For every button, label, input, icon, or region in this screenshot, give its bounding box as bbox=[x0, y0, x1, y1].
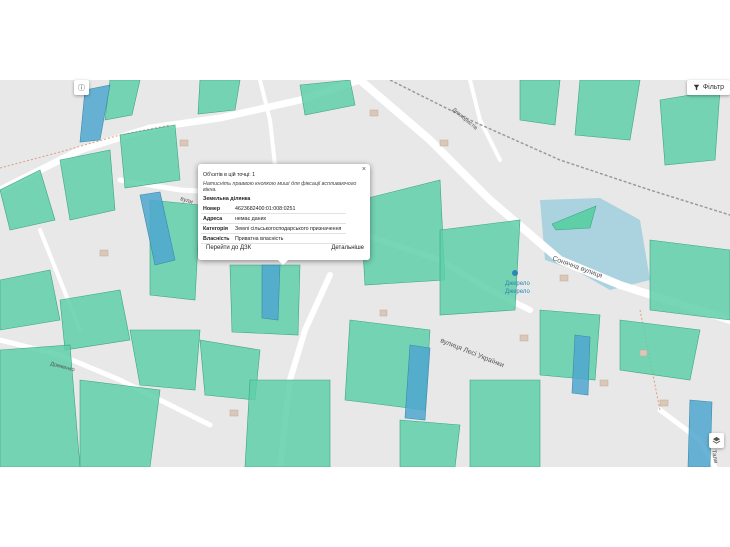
parcel[interactable] bbox=[59, 149, 116, 221]
parcel[interactable] bbox=[0, 269, 61, 331]
section-title: Земельна ділянка bbox=[203, 196, 251, 202]
parcel[interactable] bbox=[519, 80, 561, 126]
poi-label-spring-2: Джерело bbox=[505, 289, 530, 295]
filter-button[interactable]: Фільтр bbox=[686, 80, 730, 95]
parcel[interactable] bbox=[399, 419, 461, 467]
table-row: Категорія Землі сільськогосподарського п… bbox=[201, 223, 346, 234]
details-link[interactable]: Детальніше bbox=[331, 245, 364, 251]
parcel[interactable] bbox=[619, 319, 701, 381]
spring-icon bbox=[512, 270, 518, 276]
filter-label: Фільтр bbox=[702, 84, 724, 91]
attr-value: немає даних bbox=[233, 213, 346, 224]
popup-pointer bbox=[278, 260, 288, 265]
parcel[interactable] bbox=[539, 309, 601, 381]
parcel[interactable] bbox=[659, 89, 721, 166]
attr-value: Приватна власність bbox=[233, 233, 346, 244]
parcel[interactable] bbox=[439, 219, 521, 316]
goto-dzk-link[interactable]: Перейти до ДЗК bbox=[206, 245, 251, 251]
attr-key: Власність bbox=[201, 233, 233, 244]
cadastral-map[interactable]: Сонячна вулиця вулиця Лесі Українки вули… bbox=[0, 80, 730, 467]
info-icon: ⓘ bbox=[78, 84, 85, 92]
parcel[interactable] bbox=[59, 289, 131, 351]
table-row: Адреса немає даних bbox=[201, 213, 346, 224]
parcel[interactable] bbox=[129, 329, 201, 391]
popup-hint: Натисніть праввою кнопкою миші для фікса… bbox=[203, 181, 357, 193]
attr-key: Номер bbox=[201, 204, 233, 214]
attr-value: 4623682400:01:008:0251 bbox=[233, 204, 346, 214]
table-row: Власність Приватна власність bbox=[201, 233, 346, 244]
parcel[interactable] bbox=[649, 239, 730, 321]
layers-icon bbox=[712, 436, 721, 444]
table-row: Номер 4623682400:01:008:0251 bbox=[201, 204, 346, 214]
objects-count: Об'єктів в цій точці: 1 bbox=[203, 172, 256, 178]
parcel[interactable] bbox=[574, 80, 641, 141]
map-canvas[interactable]: Сонячна вулиця вулиця Лесі Українки вули… bbox=[0, 80, 730, 467]
attr-key: Адреса bbox=[201, 213, 233, 224]
parcel[interactable] bbox=[469, 379, 541, 467]
poi-label-spring: Джерело bbox=[505, 281, 530, 287]
parcel-highlighted[interactable] bbox=[261, 264, 281, 321]
parcel-info-popup: × Об'єктів в цій точці: 1 Натисніть прав… bbox=[198, 164, 370, 265]
parcel[interactable] bbox=[571, 334, 591, 396]
parcel-attributes-table: Номер 4623682400:01:008:0251 Адреса нема… bbox=[201, 204, 346, 244]
attr-value: Землі сільськогосподарського призначення bbox=[233, 223, 346, 234]
parcel[interactable] bbox=[244, 379, 331, 467]
popup-close-button[interactable]: × bbox=[362, 166, 366, 173]
filter-icon bbox=[693, 84, 700, 91]
attr-key: Категорія bbox=[201, 223, 233, 234]
info-button[interactable]: ⓘ bbox=[74, 80, 89, 95]
parcel[interactable] bbox=[0, 344, 81, 467]
parcel[interactable] bbox=[79, 379, 161, 467]
layers-button[interactable] bbox=[709, 433, 724, 448]
parcel[interactable] bbox=[197, 80, 241, 115]
parcel[interactable] bbox=[119, 124, 181, 189]
